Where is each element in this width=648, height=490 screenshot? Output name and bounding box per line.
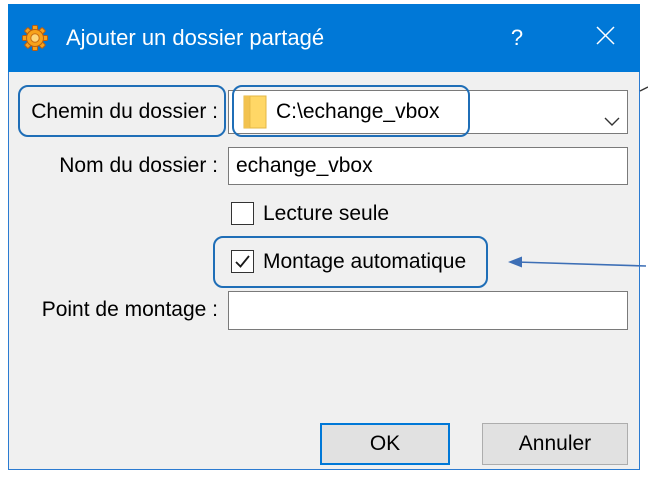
auto-mount-checkbox-box[interactable]: [231, 250, 254, 273]
folder-icon: [243, 95, 267, 129]
ok-button[interactable]: OK: [320, 423, 450, 465]
help-button[interactable]: ?: [482, 4, 552, 72]
dialog-window: [8, 4, 640, 470]
folder-path-value: C:\echange_vbox: [276, 100, 440, 123]
folder-path-label: Chemin du dossier :: [31, 100, 218, 123]
checkmark-icon: [234, 254, 250, 268]
folder-name-input[interactable]: [228, 147, 628, 185]
window-title: Ajouter un dossier partagé: [66, 25, 325, 50]
title-bar[interactable]: Ajouter un dossier partagé ?: [8, 4, 640, 72]
auto-mount-label[interactable]: Montage automatique: [263, 248, 466, 276]
chevron-down-icon[interactable]: [604, 108, 620, 126]
folder-name-label: Nom du dossier :: [59, 154, 218, 177]
close-button[interactable]: [570, 4, 640, 72]
folder-path-combobox[interactable]: C:\echange_vbox: [228, 90, 628, 134]
cancel-button[interactable]: Annuler: [482, 423, 628, 465]
mount-point-label: Point de montage :: [41, 298, 218, 321]
annotation-arrow-fragment: [639, 86, 648, 92]
close-icon: [595, 25, 615, 51]
mount-point-input[interactable]: [228, 291, 628, 330]
virtualbox-icon[interactable]: [22, 25, 48, 51]
read-only-checkbox-box[interactable]: [231, 202, 254, 225]
read-only-checkbox[interactable]: Lecture seule: [231, 200, 481, 228]
read-only-label[interactable]: Lecture seule: [263, 200, 389, 228]
auto-mount-checkbox[interactable]: Montage automatique: [231, 248, 481, 276]
